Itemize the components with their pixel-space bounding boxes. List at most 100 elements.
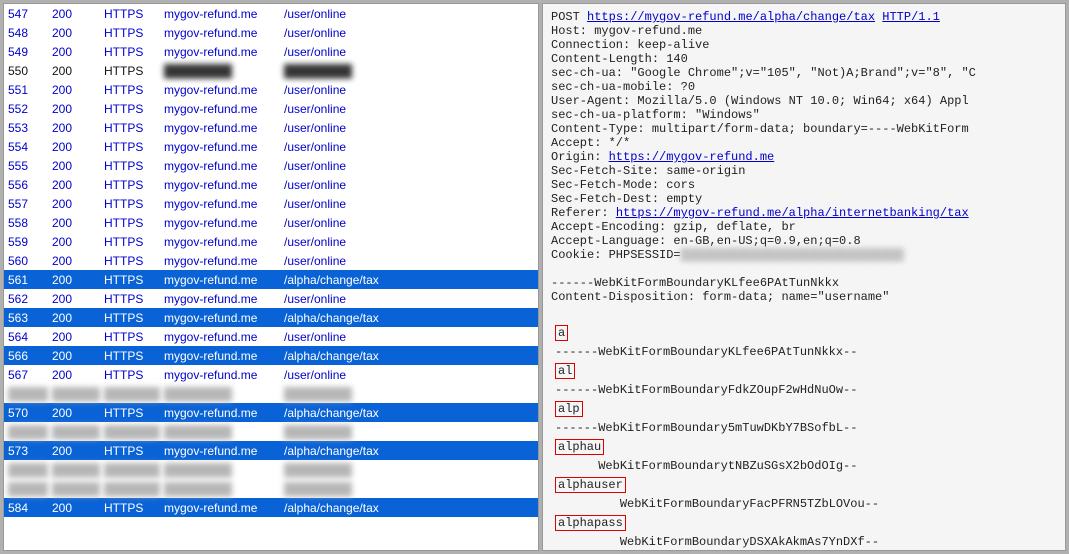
request-status: 200 [48, 365, 100, 384]
table-row[interactable]: 556200HTTPSmygov-refund.me/user/online [4, 175, 538, 194]
table-row[interactable]: 550200HTTPS████████████████ [4, 61, 538, 80]
http-header: sec-ch-ua-mobile: ?0 [551, 80, 695, 94]
table-row[interactable]: 547200HTTPSmygov-refund.me/user/online [4, 4, 538, 23]
form-value-fragment: alp [551, 400, 1057, 418]
http-header: sec-ch-ua-platform: "Windows" [551, 108, 760, 122]
request-host: mygov-refund.me [160, 270, 280, 289]
table-row[interactable]: 566200HTTPSmygov-refund.me/alpha/change/… [4, 346, 538, 365]
table-row[interactable]: 559200HTTPSmygov-refund.me/user/online [4, 232, 538, 251]
request-host: mygov-refund.me [160, 232, 280, 251]
http-body-line: ------WebKitFormBoundaryKLfee6PAtTunNkkx [551, 276, 839, 290]
http-version[interactable]: HTTP/1.1 [882, 10, 940, 24]
table-row[interactable]: 558200HTTPSmygov-refund.me/user/online [4, 213, 538, 232]
request-path: ████████ [280, 460, 538, 479]
http-raw-view[interactable]: POST https://mygov-refund.me/alpha/chang… [543, 4, 1065, 551]
table-row[interactable]: 584200HTTPSmygov-refund.me/alpha/change/… [4, 498, 538, 517]
form-boundary-line: ------WebKitFormBoundaryFdkZOupF2wHdNuOw… [551, 382, 1057, 398]
cookie-value-redacted: ███████████████████████████████ [681, 248, 904, 262]
table-row[interactable]: ████████████████████████████████████████ [4, 460, 538, 479]
table-row[interactable]: 573200HTTPSmygov-refund.me/alpha/change/… [4, 441, 538, 460]
request-status: 200 [48, 118, 100, 137]
request-url-link[interactable]: https://mygov-refund.me/alpha/change/tax [587, 10, 875, 24]
request-status: 200 [48, 61, 100, 80]
request-id: 557 [4, 194, 48, 213]
request-status: ████████ [48, 479, 100, 498]
table-row[interactable]: ████████████████████████████████████████ [4, 479, 538, 498]
form-boundary-line: WebKitFormBoundaryFacPFRN5TZbLOVou-- [551, 496, 1057, 512]
table-row[interactable]: ████████████████████████████████████████ [4, 422, 538, 441]
http-header: Content-Type: multipart/form-data; bound… [551, 122, 969, 136]
request-path: /alpha/change/tax [280, 308, 538, 327]
request-id: 564 [4, 327, 48, 346]
table-row[interactable]: 570200HTTPSmygov-refund.me/alpha/change/… [4, 403, 538, 422]
http-header: Accept: */* [551, 136, 630, 150]
request-id: 547 [4, 4, 48, 23]
table-row[interactable]: 554200HTTPSmygov-refund.me/user/online [4, 137, 538, 156]
request-protocol: ████████ [100, 422, 160, 441]
request-id: 570 [4, 403, 48, 422]
request-protocol: HTTPS [100, 327, 160, 346]
request-protocol: HTTPS [100, 213, 160, 232]
table-row[interactable]: 548200HTTPSmygov-refund.me/user/online [4, 23, 538, 42]
request-host: ████████ [160, 61, 280, 80]
request-id: ████████ [4, 384, 48, 403]
request-protocol: HTTPS [100, 99, 160, 118]
request-protocol: HTTPS [100, 137, 160, 156]
request-path: /user/online [280, 194, 538, 213]
table-row[interactable]: 557200HTTPSmygov-refund.me/user/online [4, 194, 538, 213]
form-value-fragment: alphapass [551, 514, 1057, 532]
http-header: Content-Length: 140 [551, 52, 688, 66]
table-row[interactable]: ████████████████████████████████████████ [4, 384, 538, 403]
request-id: 560 [4, 251, 48, 270]
form-boundary-line: WebKitFormBoundaryDSXAkAkmAs7YnDXf-- [551, 534, 1057, 550]
table-row[interactable]: 560200HTTPSmygov-refund.me/user/online [4, 251, 538, 270]
request-host: ████████ [160, 460, 280, 479]
request-path: /alpha/change/tax [280, 346, 538, 365]
request-protocol: HTTPS [100, 308, 160, 327]
http-header: User-Agent: Mozilla/5.0 (Windows NT 10.0… [551, 94, 969, 108]
referer-link[interactable]: https://mygov-refund.me/alpha/internetba… [616, 206, 969, 220]
captured-value: a [555, 325, 568, 341]
request-host: mygov-refund.me [160, 118, 280, 137]
table-row[interactable]: 561200HTTPSmygov-refund.me/alpha/change/… [4, 270, 538, 289]
request-list-panel[interactable]: 547200HTTPSmygov-refund.me/user/online54… [3, 3, 539, 551]
request-host: mygov-refund.me [160, 99, 280, 118]
table-row[interactable]: 552200HTTPSmygov-refund.me/user/online [4, 99, 538, 118]
request-path: ████████ [280, 61, 538, 80]
request-status: 200 [48, 232, 100, 251]
request-id: 562 [4, 289, 48, 308]
request-id: 556 [4, 175, 48, 194]
request-status: 200 [48, 498, 100, 517]
request-protocol: HTTPS [100, 175, 160, 194]
table-row[interactable]: 549200HTTPSmygov-refund.me/user/online [4, 42, 538, 61]
request-status: 200 [48, 327, 100, 346]
request-protocol: ████████ [100, 384, 160, 403]
request-detail-panel[interactable]: POST https://mygov-refund.me/alpha/chang… [542, 3, 1066, 551]
table-row[interactable]: 563200HTTPSmygov-refund.me/alpha/change/… [4, 308, 538, 327]
request-id: 555 [4, 156, 48, 175]
request-path: /user/online [280, 137, 538, 156]
table-row[interactable]: 564200HTTPSmygov-refund.me/user/online [4, 327, 538, 346]
origin-link[interactable]: https://mygov-refund.me [609, 150, 775, 164]
http-header: Host: mygov-refund.me [551, 24, 702, 38]
request-id: 573 [4, 441, 48, 460]
request-host: mygov-refund.me [160, 175, 280, 194]
request-id: 566 [4, 346, 48, 365]
request-id: 554 [4, 137, 48, 156]
request-status: 200 [48, 175, 100, 194]
form-boundary-line: ------WebKitFormBoundary5mTuwDKbY7BSofbL… [551, 420, 1057, 436]
table-row[interactable]: 551200HTTPSmygov-refund.me/user/online [4, 80, 538, 99]
table-row[interactable]: 553200HTTPSmygov-refund.me/user/online [4, 118, 538, 137]
request-path: /user/online [280, 213, 538, 232]
captured-value: alp [555, 401, 583, 417]
table-row[interactable]: 555200HTTPSmygov-refund.me/user/online [4, 156, 538, 175]
request-id: 558 [4, 213, 48, 232]
request-id: ████████ [4, 422, 48, 441]
request-protocol: ████████ [100, 479, 160, 498]
table-row[interactable]: 567200HTTPSmygov-refund.me/user/online [4, 365, 538, 384]
request-id: 563 [4, 308, 48, 327]
request-host: mygov-refund.me [160, 403, 280, 422]
table-row[interactable]: 562200HTTPSmygov-refund.me/user/online [4, 289, 538, 308]
request-path: /alpha/change/tax [280, 270, 538, 289]
http-header: Sec-Fetch-Mode: cors [551, 178, 695, 192]
